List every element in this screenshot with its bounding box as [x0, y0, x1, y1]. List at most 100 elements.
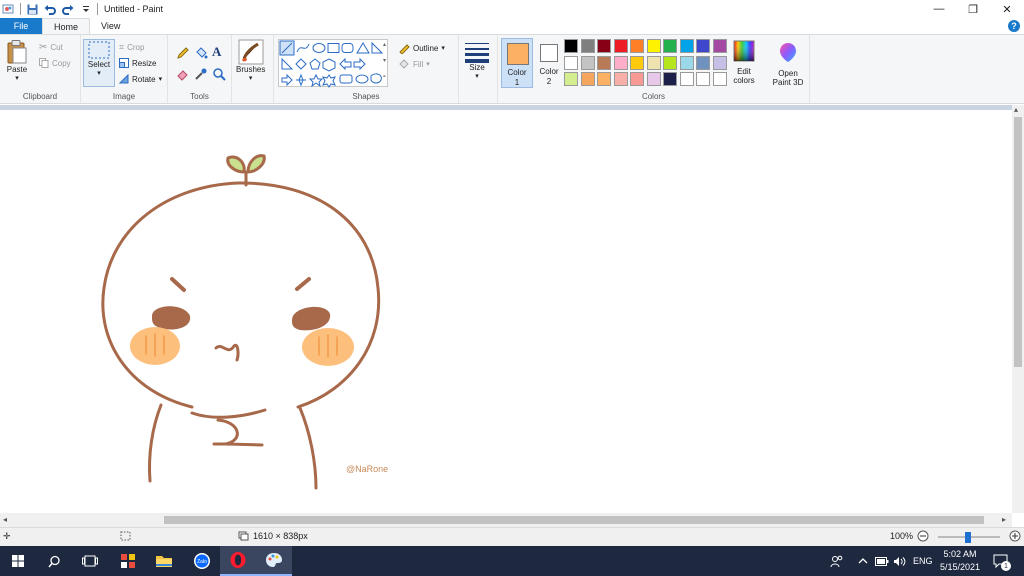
palette-swatch[interactable] — [613, 55, 628, 70]
resize-icon — [119, 58, 129, 68]
palette-swatch[interactable] — [679, 55, 694, 70]
vertical-scrollbar[interactable]: ▴ — [1012, 105, 1024, 513]
start-button[interactable] — [0, 546, 36, 576]
palette-swatch[interactable] — [646, 72, 661, 86]
paste-button[interactable]: Paste ▾ — [6, 39, 28, 82]
scroll-left-icon[interactable]: ◂ — [3, 515, 7, 524]
show-hidden-icons-icon[interactable] — [858, 546, 868, 576]
palette-swatch[interactable] — [663, 55, 677, 70]
redo-icon[interactable] — [61, 2, 75, 16]
tab-file[interactable]: File — [0, 18, 42, 34]
palette-swatch[interactable] — [663, 39, 677, 53]
outline-button[interactable]: Outline ▾ — [398, 42, 445, 54]
color2-button[interactable]: Color 2 — [535, 38, 563, 88]
palette-swatch[interactable] — [564, 55, 578, 70]
vertical-scroll-thumb[interactable] — [1014, 117, 1022, 367]
shapes-gallery[interactable]: ▴ ▾ ⩡ — [278, 39, 388, 88]
zoom-out-button[interactable] — [917, 530, 929, 542]
window-title: Untitled - Paint — [104, 4, 164, 14]
language-indicator[interactable]: ENG — [913, 546, 933, 576]
text-tool-icon[interactable]: A — [212, 44, 221, 60]
shapes-scroll-up-icon[interactable]: ▴ — [383, 41, 386, 48]
help-icon[interactable]: ? — [1008, 20, 1020, 32]
horizontal-scroll-thumb[interactable] — [164, 516, 984, 524]
edit-colors-button[interactable]: Edit colors — [732, 39, 756, 89]
palette-swatch[interactable] — [712, 72, 727, 86]
palette-swatch[interactable] — [630, 72, 644, 86]
taskbar-opera[interactable] — [220, 546, 256, 576]
taskbar-paint[interactable] — [256, 546, 292, 576]
size-button[interactable]: Size ▾ — [464, 41, 490, 80]
scroll-up-icon[interactable]: ▴ — [1014, 105, 1018, 114]
open-paint3d-button[interactable]: Open Paint 3D — [766, 39, 810, 93]
shapes-expand-icon[interactable]: ⩡ — [383, 74, 386, 81]
select-button[interactable]: Select ▾ — [83, 39, 115, 87]
resize-button[interactable]: Resize — [119, 58, 156, 68]
battery-icon[interactable] — [875, 546, 889, 576]
brush-icon — [238, 39, 264, 65]
save-icon[interactable] — [25, 2, 39, 16]
palette-swatch[interactable] — [597, 39, 611, 53]
palette-swatch[interactable] — [646, 39, 661, 53]
shapes-group: ▴ ▾ ⩡ Outline ▾ Fill ▾ Shapes — [274, 35, 459, 103]
palette-swatch[interactable] — [564, 39, 578, 53]
palette-swatch[interactable] — [630, 39, 644, 53]
fill-button[interactable]: Fill ▾ — [398, 58, 430, 70]
restore-button[interactable]: ❐ — [956, 0, 990, 18]
palette-swatch[interactable] — [580, 72, 595, 86]
undo-icon[interactable] — [43, 2, 57, 16]
color1-button[interactable]: Color 1 — [501, 38, 533, 88]
color-picker-icon[interactable] — [194, 67, 208, 83]
taskbar-file-explorer[interactable] — [146, 546, 182, 576]
palette-swatch[interactable] — [663, 72, 677, 86]
search-button[interactable] — [36, 546, 72, 576]
palette-swatch[interactable] — [646, 55, 661, 70]
zoom-in-button[interactable] — [1009, 530, 1021, 542]
horizontal-scrollbar[interactable]: ◂ ▸ — [0, 513, 1012, 527]
task-view-button[interactable] — [72, 546, 108, 576]
palette-swatch[interactable] — [613, 39, 628, 53]
palette-swatch[interactable] — [597, 55, 611, 70]
copy-button[interactable]: Copy — [39, 58, 71, 68]
palette-swatch[interactable] — [679, 39, 694, 53]
palette-swatch[interactable] — [679, 72, 694, 86]
fill-bucket-icon[interactable] — [194, 46, 208, 62]
eraser-icon[interactable] — [176, 67, 190, 83]
shapes-scroll-down-icon[interactable]: ▾ — [383, 57, 386, 64]
palette-swatch[interactable] — [580, 39, 595, 53]
close-button[interactable]: ✕ — [990, 0, 1024, 18]
zoom-slider[interactable] — [938, 532, 1000, 543]
clock[interactable]: 5:02 AM 5/15/2021 — [940, 546, 980, 576]
palette-swatch[interactable] — [597, 72, 611, 86]
magnifier-icon[interactable] — [212, 67, 226, 83]
crop-button[interactable]: ⌗ Crop — [119, 42, 144, 53]
taskbar-app-store[interactable] — [110, 546, 146, 576]
palette-swatch[interactable] — [564, 72, 578, 86]
scroll-right-icon[interactable]: ▸ — [1002, 515, 1006, 524]
people-icon[interactable] — [830, 546, 844, 576]
paint-app-icon[interactable] — [2, 2, 16, 16]
drawing-canvas[interactable]: @NaRone — [0, 110, 1012, 513]
window-controls: — ❐ ✕ — [922, 0, 1024, 18]
rotate-button[interactable]: Rotate ▾ — [119, 74, 162, 84]
action-center-button[interactable]: 1 — [993, 546, 1011, 576]
palette-swatch[interactable] — [613, 72, 628, 86]
cut-button[interactable]: ✂ Cut — [39, 42, 63, 53]
palette-swatch[interactable] — [630, 55, 644, 70]
palette-swatch[interactable] — [696, 55, 710, 70]
zoom-slider-thumb[interactable] — [965, 532, 971, 543]
palette-swatch[interactable] — [580, 55, 595, 70]
pencil-icon[interactable] — [176, 46, 190, 62]
paint3d-label: Open — [778, 69, 798, 78]
taskbar-zalo[interactable]: Zalo — [184, 546, 220, 576]
palette-swatch[interactable] — [696, 72, 710, 86]
brushes-button[interactable]: Brushes ▾ — [236, 39, 265, 82]
minimize-button[interactable]: — — [922, 0, 956, 18]
palette-swatch[interactable] — [712, 55, 727, 70]
customize-qat-icon[interactable] — [79, 2, 93, 16]
tab-home[interactable]: Home — [42, 18, 91, 34]
palette-swatch[interactable] — [712, 39, 727, 53]
tab-view[interactable]: View — [90, 18, 131, 34]
palette-swatch[interactable] — [696, 39, 710, 53]
volume-icon[interactable] — [893, 546, 906, 576]
